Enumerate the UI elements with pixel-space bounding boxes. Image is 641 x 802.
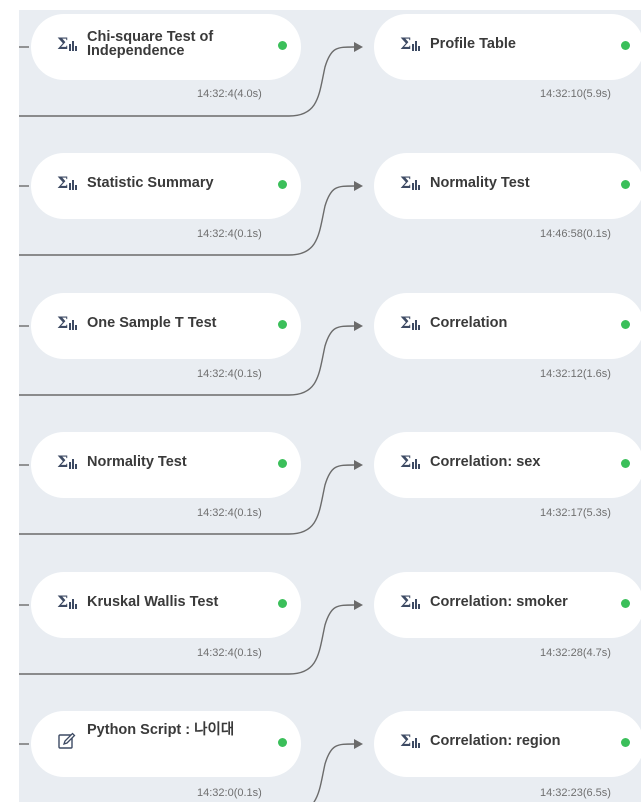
node-label: Chi-square Test of Independence bbox=[87, 29, 214, 59]
output-port[interactable] bbox=[278, 738, 287, 747]
node-time: 14:32:4(0.1s) bbox=[197, 507, 262, 519]
svg-text:Σ: Σ bbox=[57, 35, 68, 53]
svg-text:Σ: Σ bbox=[400, 593, 411, 611]
node-label: Normality Test bbox=[430, 175, 530, 191]
statistics-icon: Σ bbox=[57, 452, 77, 472]
statistics-icon: Σ bbox=[400, 313, 420, 333]
edge-arrow-icon bbox=[354, 42, 363, 52]
node-label: Correlation bbox=[430, 315, 508, 331]
node-time: 14:32:4(0.1s) bbox=[197, 228, 262, 240]
svg-text:Σ: Σ bbox=[400, 174, 411, 192]
node-normality-test-right[interactable]: Σ Normality Test bbox=[374, 153, 641, 219]
statistics-icon: Σ bbox=[57, 313, 77, 333]
statistics-icon: Σ bbox=[57, 173, 77, 193]
output-port[interactable] bbox=[621, 599, 630, 608]
node-time: 14:32:23(6.5s) bbox=[540, 787, 611, 799]
svg-text:Σ: Σ bbox=[400, 314, 411, 332]
node-label: Correlation: sex bbox=[430, 454, 541, 470]
node-label: One Sample T Test bbox=[87, 315, 217, 331]
connection-edges bbox=[19, 42, 363, 802]
node-correlation[interactable]: Σ Correlation bbox=[374, 293, 641, 359]
statistics-icon: Σ bbox=[400, 452, 420, 472]
node-time: 14:46:58(0.1s) bbox=[540, 228, 611, 240]
node-time: 14:32:4(0.1s) bbox=[197, 368, 262, 380]
output-port[interactable] bbox=[278, 41, 287, 50]
workflow-canvas[interactable]: Σ Chi-square Test of Independence 14:32:… bbox=[19, 10, 641, 802]
output-port[interactable] bbox=[278, 320, 287, 329]
node-label: Profile Table bbox=[430, 36, 516, 52]
output-port[interactable] bbox=[621, 41, 630, 50]
svg-text:Σ: Σ bbox=[400, 453, 411, 471]
output-port[interactable] bbox=[621, 320, 630, 329]
node-time: 14:32:0(0.1s) bbox=[197, 787, 262, 799]
statistics-icon: Σ bbox=[400, 173, 420, 193]
svg-text:Σ: Σ bbox=[57, 453, 68, 471]
node-time: 14:32:10(5.9s) bbox=[540, 88, 611, 100]
statistics-icon: Σ bbox=[400, 592, 420, 612]
node-label: Statistic Summary bbox=[87, 175, 214, 191]
svg-text:Σ: Σ bbox=[57, 593, 68, 611]
node-statistic-summary[interactable]: Σ Statistic Summary bbox=[31, 153, 301, 219]
node-label: Correlation: region bbox=[430, 733, 561, 749]
statistics-icon: Σ bbox=[400, 34, 420, 54]
node-correlation-region[interactable]: Σ Correlation: region bbox=[374, 711, 641, 777]
node-time: 14:32:4(4.0s) bbox=[197, 88, 262, 100]
node-time: 14:32:28(4.7s) bbox=[540, 647, 611, 659]
node-chi-square-test[interactable]: Σ Chi-square Test of Independence bbox=[31, 14, 301, 80]
svg-text:Σ: Σ bbox=[400, 732, 411, 750]
output-port[interactable] bbox=[621, 459, 630, 468]
edge-arrow-icon bbox=[354, 321, 363, 331]
python-script-edit-icon bbox=[57, 731, 77, 751]
edge-arrow-icon bbox=[354, 739, 363, 749]
node-label: Kruskal Wallis Test bbox=[87, 594, 219, 610]
node-time: 14:32:12(1.6s) bbox=[540, 368, 611, 380]
edge-arrow-icon bbox=[354, 181, 363, 191]
output-port[interactable] bbox=[621, 180, 630, 189]
output-port[interactable] bbox=[278, 180, 287, 189]
output-port[interactable] bbox=[621, 738, 630, 747]
output-port[interactable] bbox=[278, 459, 287, 468]
node-normality-test-left[interactable]: Σ Normality Test bbox=[31, 432, 301, 498]
node-profile-table[interactable]: Σ Profile Table bbox=[374, 14, 641, 80]
svg-text:Σ: Σ bbox=[57, 314, 68, 332]
node-label: Normality Test bbox=[87, 454, 187, 470]
output-port[interactable] bbox=[278, 599, 287, 608]
statistics-icon: Σ bbox=[57, 592, 77, 612]
node-correlation-smoker[interactable]: Σ Correlation: smoker bbox=[374, 572, 641, 638]
svg-text:Σ: Σ bbox=[57, 174, 68, 192]
node-kruskal-wallis-test[interactable]: Σ Kruskal Wallis Test bbox=[31, 572, 301, 638]
svg-text:Σ: Σ bbox=[400, 35, 411, 53]
edge-arrow-icon bbox=[354, 600, 363, 610]
node-time: 14:32:4(0.1s) bbox=[197, 647, 262, 659]
statistics-icon: Σ bbox=[57, 34, 77, 54]
node-label: Python Script : 나이대 bbox=[87, 722, 235, 738]
statistics-icon: Σ bbox=[400, 731, 420, 751]
node-time: 14:32:17(5.3s) bbox=[540, 507, 611, 519]
node-label: Correlation: smoker bbox=[430, 594, 568, 610]
edge-arrow-icon bbox=[354, 460, 363, 470]
node-correlation-sex[interactable]: Σ Correlation: sex bbox=[374, 432, 641, 498]
node-one-sample-t-test[interactable]: Σ One Sample T Test bbox=[31, 293, 301, 359]
node-python-script[interactable]: Python Script : 나이대 bbox=[31, 711, 301, 777]
